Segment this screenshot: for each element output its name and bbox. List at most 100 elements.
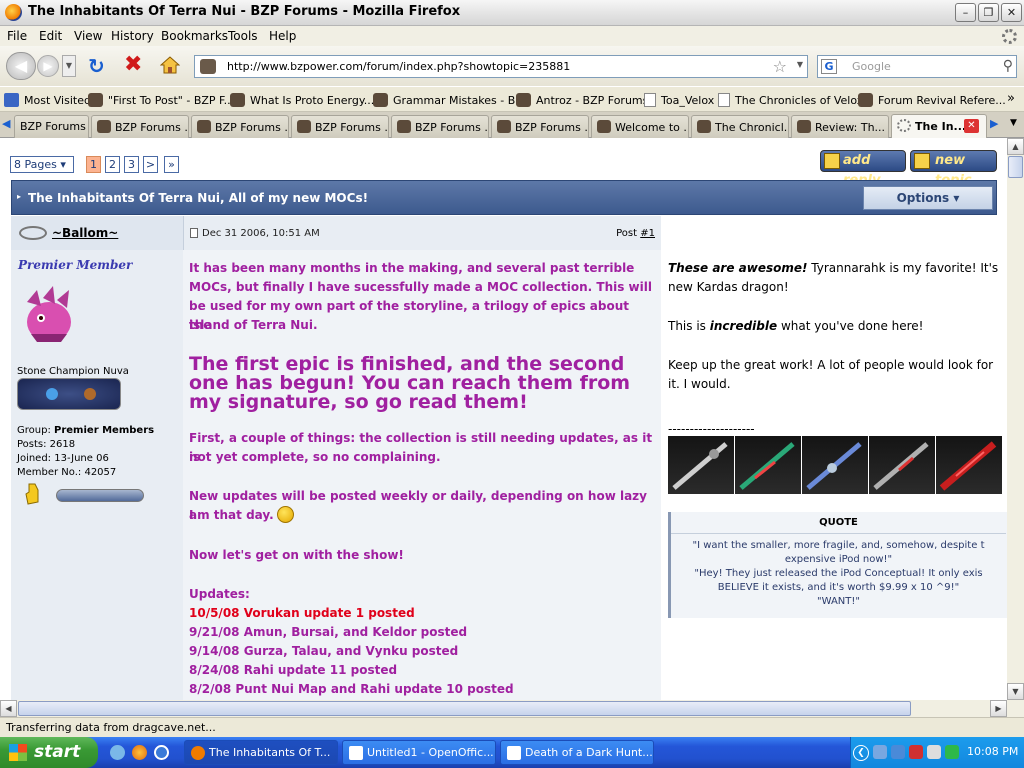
history-dropdown-button[interactable]: ▼ bbox=[62, 55, 76, 77]
url-dropdown-icon[interactable]: ▼ bbox=[797, 60, 803, 69]
bookmark-item[interactable]: Antroz - BZP Forums bbox=[516, 93, 648, 107]
page-2-link[interactable]: 2 bbox=[105, 156, 120, 173]
taskbar-item-firefox[interactable]: The Inhabitants Of T... bbox=[184, 740, 338, 765]
scroll-left-icon[interactable]: ◀ bbox=[0, 700, 17, 717]
next-page-link[interactable]: > bbox=[143, 156, 158, 173]
url-text: http://www.bzpower.com/forum/index.php?s… bbox=[227, 60, 571, 73]
options-button[interactable]: Options ▾ bbox=[863, 186, 993, 210]
bookmark-item[interactable]: The Chronicles of Velox bbox=[718, 93, 863, 107]
scroll-up-icon[interactable]: ▲ bbox=[1007, 138, 1024, 155]
bookmark-item[interactable]: Grammar Mistakes - B... bbox=[373, 93, 526, 107]
tab[interactable]: BZP Forums ... bbox=[391, 115, 489, 138]
bookmarks-overflow-icon[interactable]: » bbox=[1007, 91, 1015, 106]
scroll-right-icon[interactable]: ▶ bbox=[990, 700, 1007, 717]
tab[interactable]: BZP Forums ... bbox=[91, 115, 189, 138]
collapse-arrow-icon[interactable]: ▸ bbox=[17, 192, 21, 201]
bzp-favicon-icon bbox=[297, 120, 311, 133]
tab[interactable]: Welcome to ... bbox=[591, 115, 689, 138]
volume-icon[interactable] bbox=[927, 745, 941, 759]
signature-image-link[interactable] bbox=[735, 436, 801, 494]
signature-image-link[interactable] bbox=[668, 436, 734, 494]
bookmarks-toolbar: Most Visited "First To Post" - BZP F... … bbox=[0, 86, 1024, 112]
minimize-button[interactable]: – bbox=[955, 3, 976, 22]
page-3-link[interactable]: 3 bbox=[124, 156, 139, 173]
tab[interactable]: Review: Th... bbox=[791, 115, 889, 138]
add-reply-button[interactable]: add reply bbox=[820, 150, 906, 188]
tab-scroll-left-icon[interactable]: ◀ bbox=[2, 117, 10, 130]
tab-list-dropdown-icon[interactable]: ▼ bbox=[1010, 118, 1017, 128]
post-date-bar: Dec 31 2006, 10:51 AM Post #1 bbox=[183, 216, 661, 250]
pages-dropdown[interactable]: 8 Pages ▾ bbox=[10, 156, 74, 173]
author-name-link[interactable]: ~Ballom~ bbox=[52, 226, 118, 240]
windows-flag-icon bbox=[9, 744, 27, 761]
vertical-scroll-thumb[interactable] bbox=[1008, 156, 1023, 178]
google-engine-icon[interactable]: G bbox=[821, 59, 837, 74]
tab[interactable]: BZP Forums ... bbox=[491, 115, 589, 138]
menu-help[interactable]: Help bbox=[269, 29, 296, 43]
close-button[interactable]: ✕ bbox=[1001, 3, 1022, 22]
menu-history[interactable]: History bbox=[111, 29, 154, 43]
search-input[interactable]: G Google ⚲ bbox=[817, 55, 1017, 78]
site-favicon-icon bbox=[200, 59, 216, 74]
tray-expand-icon[interactable]: ❮ bbox=[853, 745, 869, 761]
post-date: Dec 31 2006, 10:51 AM bbox=[202, 228, 320, 239]
maximize-button[interactable]: ❐ bbox=[978, 3, 999, 22]
new-topic-button[interactable]: new topic bbox=[910, 150, 997, 188]
stop-button[interactable]: ✖ bbox=[124, 54, 142, 76]
start-button[interactable]: start bbox=[0, 737, 98, 768]
bookmark-item[interactable]: "First To Post" - BZP F... bbox=[88, 93, 234, 107]
bookmark-item[interactable]: Forum Revival Refere... bbox=[858, 93, 1006, 107]
bookmark-item[interactable]: Toa_Velox bbox=[644, 93, 714, 107]
signature-image-link[interactable] bbox=[869, 436, 935, 494]
address-bar[interactable]: http://www.bzpower.com/forum/index.php?s… bbox=[194, 55, 808, 78]
new-topic-icon bbox=[914, 153, 930, 169]
search-magnifier-icon[interactable]: ⚲ bbox=[1003, 58, 1013, 74]
menu-edit[interactable]: Edit bbox=[39, 29, 62, 43]
firefox-icon bbox=[191, 746, 205, 760]
security-shield-icon[interactable] bbox=[909, 745, 923, 759]
mask-icon bbox=[46, 388, 58, 400]
signature-image-link[interactable] bbox=[936, 436, 1002, 494]
tab[interactable]: The Chronicl... bbox=[691, 115, 789, 138]
vertical-scrollbar[interactable]: ▲ ▼ bbox=[1007, 138, 1024, 700]
tab[interactable]: BZP Forums ... bbox=[14, 115, 89, 138]
menu-view[interactable]: View bbox=[74, 29, 102, 43]
taskbar-item-document[interactable]: Death of a Dark Hunt... bbox=[500, 740, 654, 765]
tab-scroll-right-icon[interactable]: ▶ bbox=[990, 117, 998, 130]
back-button[interactable]: ◀ bbox=[6, 52, 36, 80]
navigation-toolbar: ◀ ▶ ▼ ↻ ✖ http://www.bzpower.com/forum/i… bbox=[0, 46, 1024, 86]
tab[interactable]: BZP Forums ... bbox=[291, 115, 389, 138]
horizontal-scroll-thumb[interactable] bbox=[18, 701, 911, 716]
bookmark-item[interactable]: What Is Proto Energy... bbox=[230, 93, 374, 107]
itunes-icon[interactable] bbox=[110, 745, 125, 760]
menu-file[interactable]: File bbox=[7, 29, 27, 43]
media-player-icon[interactable] bbox=[154, 745, 169, 760]
bookmark-star-icon[interactable]: ☆ bbox=[773, 57, 787, 76]
menu-tools[interactable]: Tools bbox=[228, 29, 258, 43]
bookmark-most-visited[interactable]: Most Visited bbox=[4, 93, 91, 107]
signature-image-link[interactable] bbox=[802, 436, 868, 494]
firefox-quicklaunch-icon[interactable] bbox=[132, 745, 147, 760]
tab-close-icon[interactable]: ✕ bbox=[964, 119, 979, 133]
network-icon[interactable] bbox=[873, 745, 887, 759]
post-permalink[interactable]: #1 bbox=[640, 228, 655, 239]
home-button[interactable] bbox=[160, 56, 180, 74]
topic-title: The Inhabitants Of Terra Nui, All of my … bbox=[28, 191, 369, 205]
reload-button[interactable]: ↻ bbox=[88, 55, 105, 77]
forward-button[interactable]: ▶ bbox=[37, 55, 59, 77]
status-text: Transferring data from dragcave.net... bbox=[6, 721, 216, 734]
title-bar: The Inhabitants Of Terra Nui - BZP Forum… bbox=[0, 0, 1024, 26]
quote-box: QUOTE "I want the smaller, more fragile,… bbox=[668, 512, 1007, 618]
last-page-link[interactable]: » bbox=[164, 156, 179, 173]
horizontal-scrollbar[interactable]: ◀ ▶ bbox=[0, 700, 1024, 717]
taskbar-item-openoffice[interactable]: Untitled1 - OpenOffic... bbox=[342, 740, 496, 765]
app-tray-icon[interactable] bbox=[945, 745, 959, 759]
menu-bookmarks[interactable]: Bookmarks bbox=[161, 29, 228, 43]
scroll-down-icon[interactable]: ▼ bbox=[1007, 683, 1024, 700]
bzp-favicon-icon bbox=[397, 120, 411, 133]
tab[interactable]: BZP Forums ... bbox=[191, 115, 289, 138]
page-icon bbox=[718, 93, 730, 107]
network-icon[interactable] bbox=[891, 745, 905, 759]
page-1-link[interactable]: 1 bbox=[86, 156, 101, 173]
next-post-column: These are awesome! Tyrannarahk is my fav… bbox=[661, 216, 1007, 700]
